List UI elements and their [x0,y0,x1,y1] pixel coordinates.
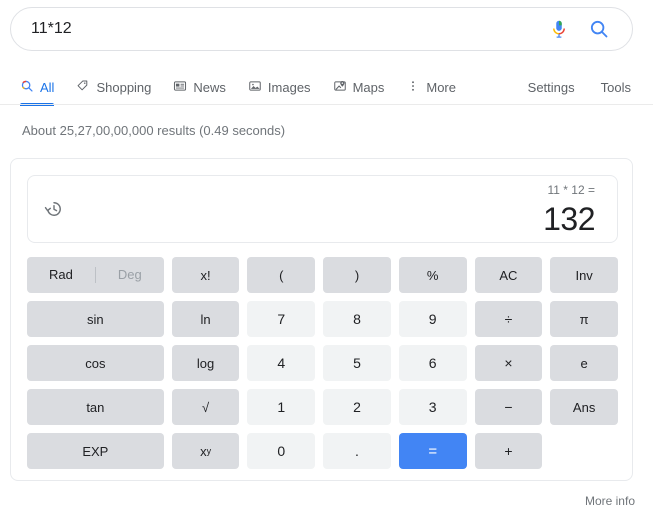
tab-label: Shopping [96,80,152,95]
key-pi[interactable]: π [550,301,618,337]
key-inv[interactable]: Inv [550,257,618,293]
deg-option[interactable]: Deg [96,257,164,293]
key-multiply[interactable]: × [474,345,543,381]
key-paren-close[interactable]: ) [323,257,391,293]
tools-button[interactable]: Tools [601,70,631,105]
key-decimal[interactable]: . [323,433,391,469]
search-bar[interactable] [10,7,633,51]
key-tan[interactable]: tan [27,389,164,425]
key-sin[interactable]: sin [27,301,164,337]
nav-tabs-left: All Shopping News Images Maps More [0,70,456,106]
key-9[interactable]: 9 [398,301,467,337]
search-icon [20,79,34,96]
key-sqrt[interactable]: √ [171,389,240,425]
tab-all[interactable]: All [20,70,55,106]
key-plus[interactable]: + [474,433,543,469]
key-0[interactable]: 0 [247,433,316,469]
more-vertical-icon [406,79,420,96]
search-nav-tabs: All Shopping News Images Maps More Setti… [0,70,653,106]
tab-label: Maps [352,80,385,95]
key-divide[interactable]: ÷ [474,301,543,337]
key-percent[interactable]: % [398,257,467,293]
key-all-clear[interactable]: AC [474,257,543,293]
key-6[interactable]: 6 [398,345,467,381]
tools-label: Tools [600,80,631,95]
key-power-base: x [200,443,207,459]
newspaper-icon [173,79,187,96]
key-equals[interactable]: = [398,433,467,469]
key-log[interactable]: log [171,345,240,381]
history-icon[interactable] [44,199,64,219]
calculator-card: 11 * 12 = 132 Rad Deg x! ( ) % AC Inv si… [10,158,633,481]
key-3[interactable]: 3 [398,389,467,425]
tab-maps[interactable]: Maps [333,70,385,105]
key-exp[interactable]: EXP [27,433,164,469]
calculator-keypad: Rad Deg x! ( ) % AC Inv sin ln 7 8 9 ÷ π… [27,257,618,469]
calculator-display: 11 * 12 = 132 [27,175,618,243]
rad-option[interactable]: Rad [27,257,95,293]
tab-label: Images [267,80,311,95]
tab-images[interactable]: Images [248,70,311,105]
nav-divider [0,104,653,105]
tag-icon [76,79,90,96]
key-ans[interactable]: Ans [550,389,618,425]
search-bar-icons [548,18,632,40]
map-pin-icon [333,79,347,96]
settings-button[interactable]: Settings [528,70,575,105]
search-submit-icon[interactable] [588,18,610,40]
microphone-icon[interactable] [548,18,570,40]
key-8[interactable]: 8 [323,301,391,337]
key-7[interactable]: 7 [247,301,316,337]
key-ln[interactable]: ln [171,301,240,337]
key-4[interactable]: 4 [247,345,316,381]
key-cos[interactable]: cos [27,345,164,381]
key-5[interactable]: 5 [323,345,391,381]
tab-shopping[interactable]: Shopping [76,70,151,105]
calculator-result: 132 [543,200,595,237]
image-icon [248,79,262,96]
tab-label: More [426,80,456,95]
calculator-expression: 11 * 12 = [547,182,595,197]
nav-tabs-right: Settings Tools [528,70,653,105]
more-info-link[interactable]: More info [585,494,635,508]
key-factorial[interactable]: x! [171,257,240,293]
tab-label: All [40,80,55,95]
tab-label: News [193,80,226,95]
settings-label: Settings [527,80,575,95]
key-minus[interactable]: − [474,389,543,425]
key-paren-open[interactable]: ( [247,257,316,293]
key-power[interactable]: xy [171,433,240,469]
key-e[interactable]: e [550,345,618,381]
angle-mode-toggle[interactable]: Rad Deg [27,257,164,293]
display-values: 11 * 12 = 132 [543,184,595,235]
key-1[interactable]: 1 [247,389,316,425]
tab-news[interactable]: News [173,70,226,105]
key-2[interactable]: 2 [323,389,391,425]
tab-more[interactable]: More [406,70,456,105]
result-stats: About 25,27,00,00,000 results (0.49 seco… [22,123,286,138]
search-input[interactable] [11,8,548,50]
